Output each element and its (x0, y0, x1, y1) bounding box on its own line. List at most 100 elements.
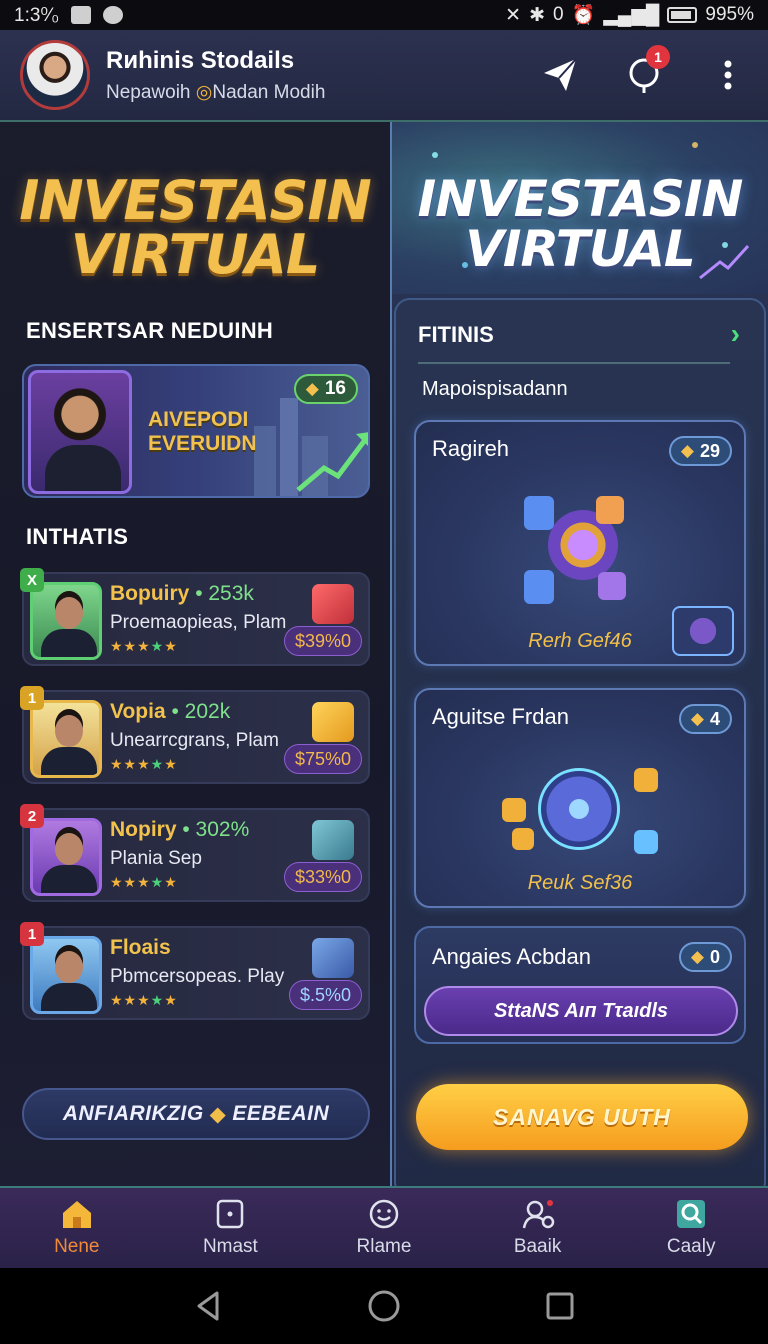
game-thumbnail[interactable] (672, 606, 734, 656)
rating-stars: ★★★★★ (110, 992, 178, 1008)
notifications-button[interactable]: 1 (624, 45, 670, 95)
right-title: INVESTASIN VIRTUAL (392, 174, 768, 274)
action-card-button[interactable]: SttaNS Aıп Tτaıdls (424, 986, 738, 1036)
nav-item-search[interactable]: Caaly (614, 1188, 768, 1268)
nav-label: Caaly (666, 1236, 716, 1257)
envelope-icon (312, 584, 354, 624)
rank-tag: X (20, 568, 44, 592)
primary-cta-button[interactable]: SANAVG UUTH (416, 1084, 748, 1150)
battery-percent: 995% (705, 4, 754, 25)
user-subtitle: Nepawoih ◎Nadan Modih (106, 81, 325, 104)
game-card-title: Aguitse Frdan (432, 704, 569, 729)
investor-row[interactable]: 2 Nopiry • 302% Plania Sep ★★★★★ $33%0 (20, 804, 370, 902)
investor-portrait (30, 936, 102, 1014)
avatar[interactable] (20, 40, 90, 110)
investor-row[interactable]: 1 Floais Pbmcersopeas. Play ★★★★★ $.5%0 (20, 922, 370, 1020)
featured-portrait (28, 370, 132, 494)
investor-subtitle: Unearrcgrans, Plam (110, 730, 279, 751)
left-bottom-pill-button[interactable]: ANFIARIKZIG ◆ EEBEAIN (22, 1088, 370, 1140)
right-title-line1: INVESTASIN (417, 170, 744, 228)
investor-row[interactable]: X Bopuiry • 253k Proemaopieas, Plam ★★★★… (20, 568, 370, 666)
lightbulb-icon (596, 496, 624, 524)
mute-icon: ✕ (505, 4, 522, 26)
send-button[interactable] (540, 55, 580, 95)
investor-price[interactable]: $75%0 (283, 744, 362, 774)
featured-text-line1: AIVEPODI (148, 408, 249, 431)
sparkle (692, 142, 698, 148)
nav-item-game[interactable]: Rlame (307, 1188, 461, 1268)
left-title-line2: VIRTUAL (70, 223, 321, 286)
featured-investor-card[interactable]: AIVEPODI EVERUIDN ◆ 16 (22, 364, 370, 498)
game-card[interactable]: Ragireh ◆ 29 Rerh Gef46 (414, 420, 746, 666)
gem-icon: ◆ (690, 947, 704, 966)
featured-gem-count: 16 (324, 378, 346, 399)
chevron-right-icon[interactable]: › (731, 318, 740, 350)
nav-item-home[interactable]: Nene (0, 1188, 154, 1268)
sparkle (432, 152, 438, 158)
game-card-badge: ◆ 4 (678, 704, 732, 734)
home-icon (62, 1201, 91, 1228)
status-time: 1:3⁰⁄₀ (14, 4, 60, 26)
nav-label: Nmast (202, 1236, 258, 1257)
investor-portrait (30, 818, 102, 896)
gem-icon: ◆ (680, 441, 694, 460)
more-vertical-icon (724, 60, 732, 90)
investor-price[interactable]: $33%0 (283, 862, 362, 892)
nav-item-market[interactable]: Nmast (154, 1188, 308, 1268)
right-title-line2: VIRTUAL (465, 220, 696, 278)
list-header: FITINIS (418, 322, 494, 347)
building-illustration (254, 426, 276, 496)
investor-price[interactable]: $39%0 (283, 626, 362, 656)
section-featured-heading: ENSERTSAR NEDUINH (26, 318, 274, 343)
pill-left-text: ANFIARIKZIG (62, 1102, 204, 1125)
game-card-caption: Reuk Sef36 (527, 872, 633, 894)
right-panel: INVESTASIN VIRTUAL FITINIS › Mapoispisad… (390, 122, 768, 1198)
investor-name: Bopuiry (110, 582, 190, 605)
tile-icon (502, 798, 526, 822)
rank-tag: 2 (20, 804, 44, 828)
home-circle-icon[interactable] (367, 1289, 401, 1323)
coin-icon: ◎ (195, 81, 213, 103)
app-header: Rиhinis Stodails Nepawoih ◎Nadan Modih 1 (0, 30, 768, 122)
search-icon (677, 1200, 706, 1228)
more-menu-button[interactable] (708, 55, 748, 95)
chart-icon (312, 938, 354, 978)
signal-icon: ▂▄▆█ (603, 4, 660, 26)
diamond-icon: ◆ (209, 1102, 227, 1126)
recents-icon[interactable] (543, 1289, 577, 1323)
status-bar: 1:3⁰⁄₀ ✕ ✱ 0 ⏰ ▂▄▆█ 995% (0, 0, 768, 30)
investor-name: Floais (110, 936, 171, 959)
handshake-icon (312, 820, 354, 860)
rating-stars: ★★★★★ (110, 756, 178, 772)
divider (418, 362, 730, 364)
game-card[interactable]: Aguitse Frdan ◆ 4 Reuk Sef36 (414, 688, 746, 908)
people-icon (522, 1200, 554, 1229)
gem-icon: ◆ (305, 379, 319, 398)
clock-icon (538, 768, 620, 850)
puzzle-icon (598, 572, 626, 600)
bottom-navigation: Nene Nmast Rlame Baaik Caaly (0, 1186, 768, 1268)
nav-label: Nene (54, 1236, 100, 1257)
tile-icon (634, 830, 658, 854)
investor-name: Nopiry (110, 818, 177, 841)
notification-app-icon (103, 6, 124, 24)
user-subtitle-left: Nepawoih (106, 81, 191, 103)
game-card-badge: ◆ 29 (668, 436, 732, 466)
gem-icon: ◆ (690, 709, 704, 728)
nav-item-social[interactable]: Baaik (461, 1188, 615, 1268)
section-investors-heading: INTHATIS (26, 524, 129, 549)
investor-price[interactable]: $.5%0 (288, 980, 362, 1010)
rating-stars: ★★★★★ (110, 874, 178, 890)
list-subheader: Mapoispisadann (422, 378, 568, 400)
game-card-title: Ragireh (432, 436, 510, 461)
notification-badge: 1 (646, 45, 670, 69)
featured-text-line2: EVERUIDN (148, 432, 257, 456)
investor-title: Vopiа • 202k (110, 700, 230, 724)
nav-label: Baaik (513, 1236, 562, 1257)
left-title-line1: INVESTASIN (19, 169, 371, 232)
back-icon[interactable] (191, 1289, 225, 1323)
investor-name: Vopiа (110, 700, 166, 723)
user-name: Rиhinis Stodails (106, 46, 295, 74)
nav-label: Rlame (356, 1236, 412, 1257)
investor-row[interactable]: 1 Vopiа • 202k Unearrcgrans, Plam ★★★★★ … (20, 686, 370, 784)
